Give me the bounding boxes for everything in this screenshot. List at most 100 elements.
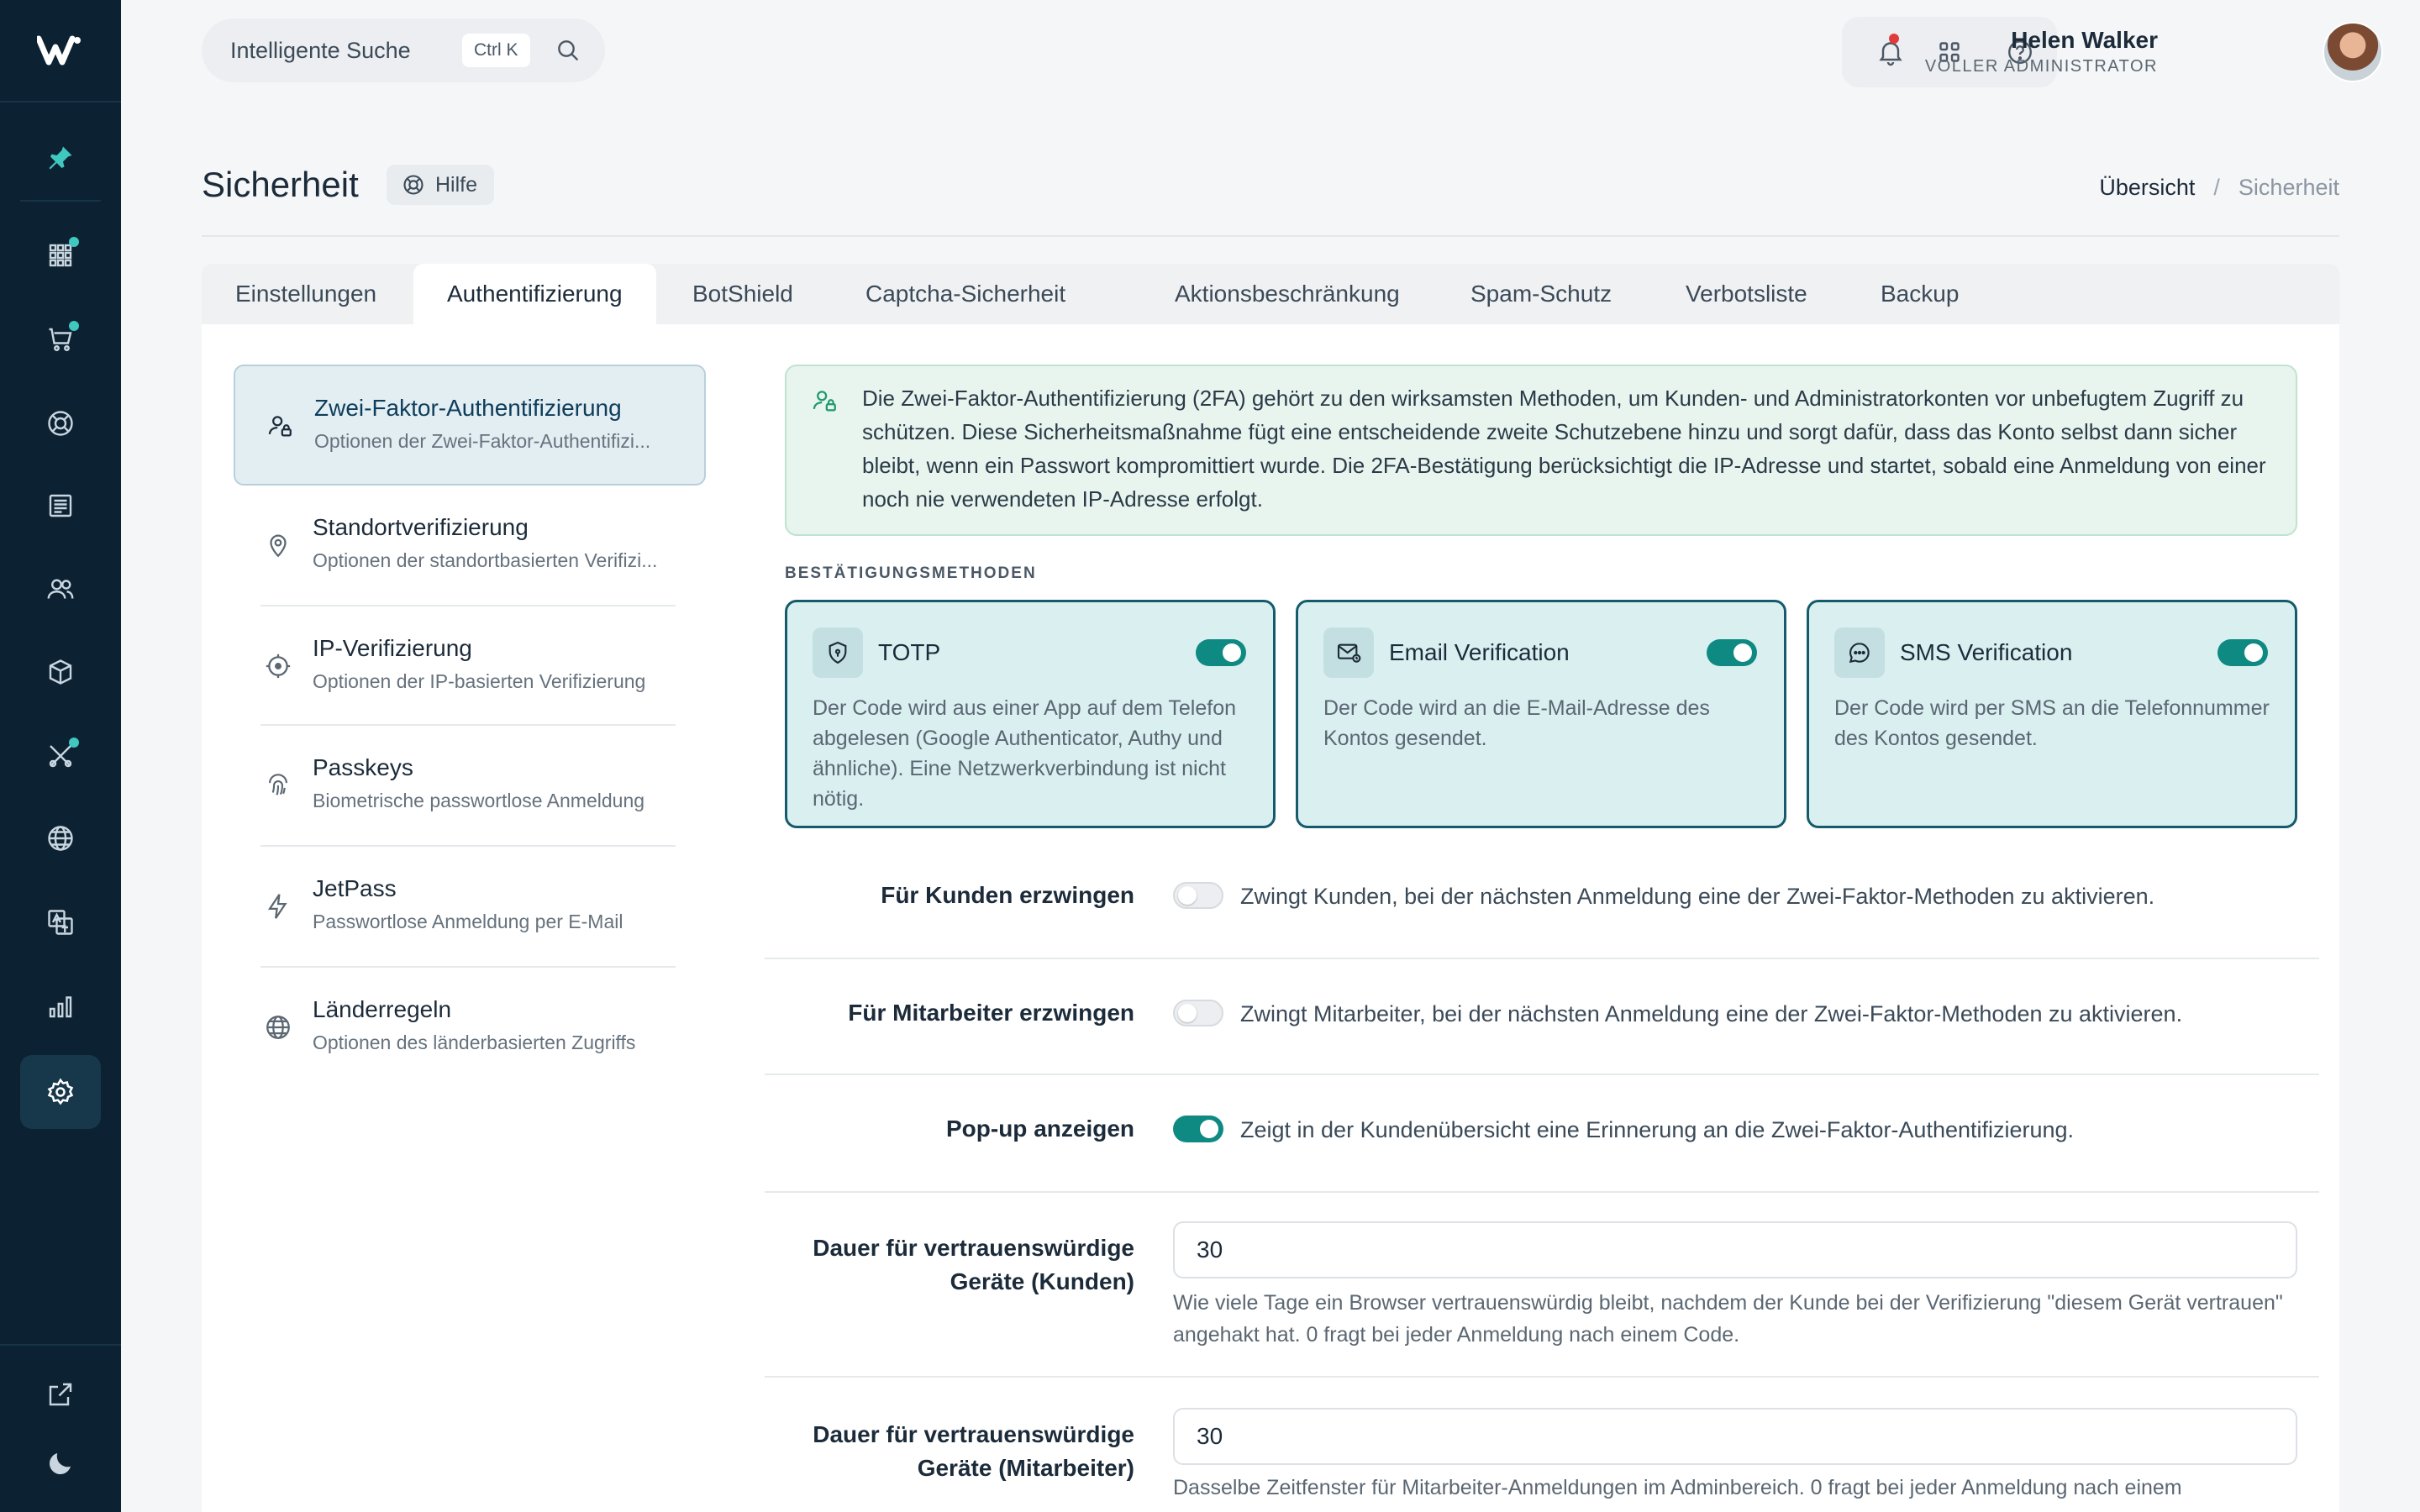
method-toggle-totp[interactable]: [1196, 639, 1246, 666]
trust-customers-help: Wie viele Tage ein Browser vertrauenswür…: [1173, 1291, 2283, 1347]
mail-icon: [1323, 627, 1374, 678]
method-description: Der Code wird per SMS an die Telefonnumm…: [1834, 696, 2270, 750]
user-role: VOLLER ADMINISTRATOR: [1924, 57, 2158, 76]
external-link-icon[interactable]: [20, 1357, 101, 1431]
pin-icon[interactable]: [20, 121, 101, 195]
menu-item-2fa[interactable]: Zwei-Faktor-Authentifizierung Optionen d…: [234, 365, 706, 486]
menu-item-subtitle: Optionen der IP-basierten Verifizierung: [313, 670, 646, 692]
crosshair-icon: [264, 652, 292, 680]
method-description: Der Code wird aus einer App auf dem Tele…: [813, 696, 1237, 811]
menu-item-subtitle: Passwortlose Anmeldung per E-Mail: [313, 911, 623, 932]
search-input[interactable]: Intelligente Suche: [230, 38, 411, 64]
method-card-sms[interactable]: SMS Verification Der Code wird per SMS a…: [1807, 600, 2297, 828]
trust-customers-label: Dauer für vertrauenswürdige Geräte (Kund…: [813, 1231, 1134, 1299]
search-bar[interactable]: Intelligente Suche Ctrl K: [202, 18, 605, 82]
shortcut-badge: Ctrl K: [462, 34, 530, 67]
help-button-label: Hilfe: [435, 172, 478, 197]
popup-toggle[interactable]: [1173, 1116, 1223, 1142]
support-icon[interactable]: [20, 386, 101, 460]
enforce-staff-label: Für Mitarbeiter erzwingen: [848, 1000, 1134, 1026]
tab-authentifizierung[interactable]: Authentifizierung: [413, 264, 656, 324]
popup-text: Zeigt in der Kundenübersicht eine Erinne…: [1240, 1117, 2075, 1142]
enforce-customers-toggle[interactable]: [1173, 882, 1223, 909]
menu-item-countries[interactable]: Länderregeln Optionen des länderbasierte…: [234, 968, 706, 1089]
trust-staff-label-line1: Dauer für vertrauenswürdige: [813, 1421, 1134, 1447]
help-button[interactable]: Hilfe: [387, 165, 495, 205]
users-icon[interactable]: [20, 553, 101, 627]
menu-item-location[interactable]: Standortverifizierung Optionen der stand…: [234, 486, 706, 606]
invoice-icon[interactable]: [20, 469, 101, 543]
translate-icon[interactable]: [20, 885, 101, 959]
popup-label: Pop-up anzeigen: [946, 1116, 1134, 1142]
trust-staff-label: Dauer für vertrauenswürdige Geräte (Mita…: [813, 1418, 1134, 1485]
menu-item-subtitle: Biometrische passwortlose Anmeldung: [313, 790, 645, 811]
location-pin-icon: [264, 531, 292, 559]
enforce-staff-toggle[interactable]: [1173, 1000, 1223, 1026]
trust-staff-help: Dasselbe Zeitfenster für Mitarbeiter-Anm…: [1173, 1476, 2182, 1499]
menu-item-subtitle: Optionen der Zwei-Faktor-Authentifizi...: [314, 430, 651, 452]
menu-item-title: Standortverifizierung: [313, 514, 529, 540]
menu-item-ip[interactable]: IP-Verifizierung Optionen der IP-basiert…: [234, 606, 706, 727]
lightning-icon: [264, 892, 292, 921]
info-box: Die Zwei-Faktor-Authentifizierung (2FA) …: [785, 365, 2297, 536]
trust-staff-days-input[interactable]: [1173, 1408, 2297, 1465]
search-icon[interactable]: [555, 37, 581, 64]
tab-verbotsliste[interactable]: Verbotsliste: [1652, 264, 1841, 324]
tab-einstellungen[interactable]: Einstellungen: [202, 264, 410, 324]
settings-icon[interactable]: [20, 1055, 101, 1129]
tools-icon[interactable]: [20, 719, 101, 793]
method-card-email[interactable]: Email Verification Der Code wird an die …: [1296, 600, 1786, 828]
method-card-totp[interactable]: TOTP Der Code wird aus einer App auf dem…: [785, 600, 1276, 828]
tab-aktionsbeschraenkung[interactable]: Aktionsbeschränkung: [1141, 264, 1434, 324]
method-toggle-email[interactable]: [1707, 639, 1757, 666]
tab-botshield[interactable]: BotShield: [659, 264, 827, 324]
sidebar: [0, 0, 121, 1512]
cart-icon[interactable]: [20, 302, 101, 376]
lifebuoy-icon: [403, 175, 424, 195]
method-title: Email Verification: [1389, 639, 1570, 665]
menu-item-title: Zwei-Faktor-Authentifizierung: [314, 395, 622, 421]
user-lock-icon: [813, 391, 836, 412]
method-toggle-sms[interactable]: [2217, 639, 2268, 666]
enforce-customers-label: Für Kunden erzwingen: [881, 882, 1134, 908]
tab-captcha[interactable]: Captcha-Sicherheit: [832, 264, 1099, 324]
method-title: SMS Verification: [1900, 639, 2073, 665]
menu-item-jetpass[interactable]: JetPass Passwortlose Anmeldung per E-Mai…: [234, 847, 706, 968]
method-description: Der Code wird an die E-Mail-Adresse des …: [1323, 696, 1710, 750]
enforce-staff-text: Zwingt Mitarbeiter, bei der nächsten Anm…: [1240, 1001, 2183, 1026]
brand-logo[interactable]: [0, 0, 121, 102]
box-icon[interactable]: [20, 635, 101, 709]
menu-item-title: Länderregeln: [313, 996, 452, 1022]
methods-section-label: BESTÄTIGUNGSMETHODEN: [785, 564, 1037, 582]
method-title: TOTP: [878, 639, 941, 665]
fingerprint-icon: [264, 771, 292, 800]
breadcrumb-current: Sicherheit: [2238, 175, 2339, 200]
menu-item-passkeys[interactable]: Passkeys Biometrische passwortlose Anmel…: [234, 726, 706, 847]
tab-spam-schutz[interactable]: Spam-Schutz: [1437, 264, 1645, 324]
user-lock-icon: [266, 412, 294, 440]
menu-item-title: JetPass: [313, 875, 397, 901]
trust-customers-label-line1: Dauer für vertrauenswürdige: [813, 1235, 1134, 1261]
logo-icon: [37, 35, 81, 66]
globe-icon[interactable]: [20, 801, 101, 875]
avatar[interactable]: [2323, 22, 2383, 82]
shield-icon: [813, 627, 863, 678]
stats-icon[interactable]: [20, 969, 101, 1043]
menu-item-subtitle: Optionen der standortbasierten Verifizi.…: [313, 549, 658, 571]
globe-icon: [264, 1013, 292, 1042]
breadcrumb-separator: /: [2213, 175, 2220, 200]
notification-dot: [1889, 34, 1899, 44]
trust-customers-days-input[interactable]: [1173, 1221, 2297, 1278]
settings-card: Einstellungen Authentifizierung BotShiel…: [202, 264, 2339, 1512]
tab-backup[interactable]: Backup: [1847, 264, 1992, 324]
menu-item-subtitle: Optionen des länderbasierten Zugriffs: [313, 1032, 636, 1053]
breadcrumb: Übersicht / Sicherheit: [2099, 175, 2339, 201]
menu-item-title: Passkeys: [313, 754, 413, 780]
breadcrumb-home[interactable]: Übersicht: [2099, 175, 2195, 201]
user-name[interactable]: Helen Walker: [2011, 27, 2158, 54]
dark-mode-icon[interactable]: [20, 1426, 101, 1500]
info-text: Die Zwei-Faktor-Authentifizierung (2FA) …: [862, 386, 2266, 512]
tab-bar: Einstellungen Authentifizierung BotShiel…: [202, 264, 2339, 324]
trust-customers-label-line2: Geräte (Kunden): [950, 1268, 1134, 1294]
apps-grid-icon[interactable]: [20, 218, 101, 292]
